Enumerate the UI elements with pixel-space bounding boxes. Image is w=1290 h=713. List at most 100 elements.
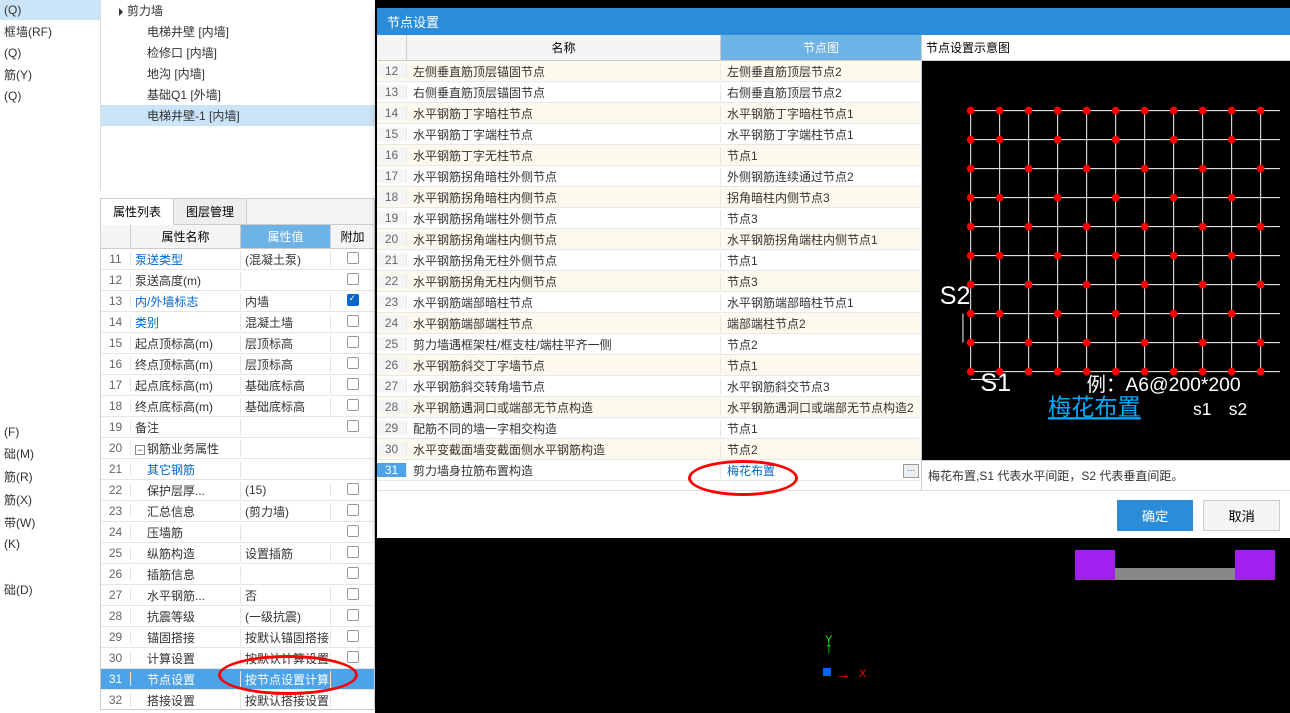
property-row[interactable]: 28 抗震等级(一级抗震) — [101, 606, 374, 627]
header-name: 属性名称 — [131, 225, 241, 248]
tab-properties[interactable]: 属性列表 — [101, 199, 174, 225]
checkbox[interactable] — [347, 378, 359, 390]
checkbox[interactable] — [347, 420, 359, 432]
col-node[interactable]: 节点图 — [721, 35, 921, 60]
checkbox[interactable] — [347, 483, 359, 495]
node-table-row[interactable]: 30水平变截面墙变截面侧水平钢筋构造节点2 — [377, 439, 921, 460]
node-table-row[interactable]: 22水平钢筋拐角无柱内侧节点节点3 — [377, 271, 921, 292]
property-row[interactable]: 25 纵筋构造设置插筋 — [101, 543, 374, 564]
property-row[interactable]: 22 保护层厚...(15) — [101, 480, 374, 501]
header-extra: 附加 — [331, 225, 374, 248]
tree-node[interactable]: 检修口 [内墙] — [101, 42, 375, 63]
property-row[interactable]: 30 计算设置按默认计算设置... — [101, 648, 374, 669]
header-value[interactable]: 属性值 — [241, 225, 331, 248]
left-item[interactable]: (K) — [0, 534, 100, 554]
left-item[interactable]: 筋(X) — [0, 488, 100, 511]
property-row[interactable]: 15起点顶标高(m)层顶标高 — [101, 333, 374, 354]
left-item[interactable]: 筋(Y) — [0, 63, 100, 86]
left-item[interactable]: (Q) — [0, 86, 100, 106]
preview-link[interactable]: 梅花布置 — [1048, 394, 1141, 420]
label-s2: S2 — [940, 282, 971, 310]
node-table-row[interactable]: 29配筋不同的墙一字相交构造节点1 — [377, 418, 921, 439]
cell-more-button[interactable]: ⋯ — [903, 464, 919, 478]
property-row[interactable]: 23 汇总信息(剪力墙) — [101, 501, 374, 522]
checkbox[interactable] — [347, 252, 359, 264]
property-row[interactable]: 12泵送高度(m) — [101, 270, 374, 291]
tree-node[interactable]: 基础Q1 [外墙] — [101, 84, 375, 105]
property-row[interactable]: 24 压墙筋 — [101, 522, 374, 543]
left-item[interactable]: (F) — [0, 422, 100, 442]
preview-panel: 节点设置示意图 S2 S1 例：A6@200*200 s1 s2 梅花布置 梅花… — [922, 35, 1290, 490]
property-row[interactable]: 18终点底标高(m)基础底标高 — [101, 396, 374, 417]
cancel-button[interactable]: 取消 — [1203, 500, 1280, 531]
node-table: 名称 节点图 12左侧垂直筋顶层锚固节点左侧垂直筋顶层节点213右侧垂直筋顶层锚… — [377, 35, 922, 490]
col-name[interactable]: 名称 — [407, 35, 721, 60]
node-table-row[interactable]: 16水平钢筋丁字无柱节点节点1 — [377, 145, 921, 166]
tree-root[interactable]: 剪力墙 — [101, 0, 375, 21]
checkbox[interactable] — [347, 336, 359, 348]
checkbox[interactable] — [347, 357, 359, 369]
canvas-object[interactable] — [1075, 550, 1275, 580]
node-table-row[interactable]: 23水平钢筋端部暗柱节点水平钢筋端部暗柱节点1 — [377, 292, 921, 313]
node-table-row[interactable]: 15水平钢筋丁字端柱节点水平钢筋丁字端柱节点1 — [377, 124, 921, 145]
node-table-row[interactable]: 21水平钢筋拐角无柱外侧节点节点1 — [377, 250, 921, 271]
node-table-row[interactable]: 14水平钢筋丁字暗柱节点水平钢筋丁字暗柱节点1 — [377, 103, 921, 124]
node-settings-dialog: 节点设置 名称 节点图 12左侧垂直筋顶层锚固节点左侧垂直筋顶层节点213右侧垂… — [377, 8, 1290, 538]
property-row[interactable]: 13内/外墙标志内墙 — [101, 291, 374, 312]
property-row[interactable]: 11泵送类型(混凝土泵) — [101, 249, 374, 270]
property-row[interactable]: 26 插筋信息 — [101, 564, 374, 585]
node-table-row[interactable]: 20水平钢筋拐角端柱内侧节点水平钢筋拐角端柱内侧节点1 — [377, 229, 921, 250]
preview-image: S2 S1 例：A6@200*200 s1 s2 梅花布置 — [922, 61, 1290, 460]
property-row[interactable]: 17起点底标高(m)基础底标高 — [101, 375, 374, 396]
left-item[interactable] — [0, 226, 100, 232]
checkbox[interactable] — [347, 567, 359, 579]
property-row[interactable]: 20−钢筋业务属性 — [101, 438, 374, 459]
node-table-row[interactable]: 12左侧垂直筋顶层锚固节点左侧垂直筋顶层节点2 — [377, 61, 921, 82]
left-item[interactable]: 框墙(RF) — [0, 20, 100, 43]
checkbox[interactable] — [347, 588, 359, 600]
preview-description: 梅花布置,S1 代表水平间距，S2 代表垂直间距。 — [922, 460, 1290, 490]
checkbox[interactable] — [347, 315, 359, 327]
property-row[interactable]: 32 搭接设置按默认搭接设置... — [101, 690, 374, 709]
node-table-row[interactable]: 18水平钢筋拐角暗柱内侧节点拐角暗柱内侧节点3 — [377, 187, 921, 208]
node-table-row[interactable]: 24水平钢筋端部端柱节点端部端柱节点2 — [377, 313, 921, 334]
left-item[interactable]: (Q) — [0, 43, 100, 63]
checkbox[interactable] — [347, 630, 359, 642]
tree-node[interactable]: 地沟 [内墙] — [101, 63, 375, 84]
left-item[interactable]: 带(W) — [0, 511, 100, 534]
property-row[interactable]: 16终点顶标高(m)层顶标高 — [101, 354, 374, 375]
property-row[interactable]: 27 水平钢筋...否 — [101, 585, 374, 606]
left-item[interactable]: (Q) — [0, 0, 100, 20]
checkbox[interactable] — [347, 504, 359, 516]
left-item[interactable]: 础(D) — [0, 578, 100, 601]
tree-panel: 剪力墙 电梯井壁 [内墙]检修口 [内墙]地沟 [内墙]基础Q1 [外墙]电梯井… — [100, 0, 375, 190]
checkbox[interactable] — [347, 294, 359, 306]
dialog-footer: 确定 取消 — [377, 490, 1290, 540]
tree-node[interactable]: 电梯井壁-1 [内墙] — [101, 105, 375, 126]
checkbox[interactable] — [347, 651, 359, 663]
checkbox[interactable] — [347, 546, 359, 558]
property-row[interactable]: 19备注 — [101, 417, 374, 438]
checkbox[interactable] — [347, 399, 359, 411]
node-table-row[interactable]: 27水平钢筋斜交转角墙节点水平钢筋斜交节点3 — [377, 376, 921, 397]
node-table-row[interactable]: 26水平钢筋斜交丁字墙节点节点1 — [377, 355, 921, 376]
property-row[interactable]: 14类别混凝土墙 — [101, 312, 374, 333]
checkbox[interactable] — [347, 273, 359, 285]
left-item[interactable]: 筋(R) — [0, 465, 100, 488]
node-table-row[interactable]: 28水平钢筋遇洞口或端部无节点构造水平钢筋遇洞口或端部无节点构造2 — [377, 397, 921, 418]
left-item[interactable]: 础(M) — [0, 442, 100, 465]
property-row[interactable]: 29 锚固搭接按默认锚固搭接... — [101, 627, 374, 648]
node-table-row[interactable]: 25剪力墙遇框架柱/框支柱/端柱平齐一侧节点2 — [377, 334, 921, 355]
checkbox[interactable] — [347, 609, 359, 621]
property-panel: 属性列表 图层管理 属性名称 属性值 附加 11泵送类型(混凝土泵)12泵送高度… — [100, 198, 375, 710]
ok-button[interactable]: 确定 — [1117, 500, 1194, 531]
node-table-row[interactable]: 31剪力墙身拉筋布置构造梅花布置⋯ — [377, 460, 921, 481]
checkbox[interactable] — [347, 525, 359, 537]
property-row[interactable]: 31 节点设置按节点设置计算 ⋯ — [101, 669, 374, 690]
node-table-row[interactable]: 19水平钢筋拐角端柱外侧节点节点3 — [377, 208, 921, 229]
tree-node[interactable]: 电梯井壁 [内墙] — [101, 21, 375, 42]
node-table-row[interactable]: 17水平钢筋拐角暗柱外侧节点外侧钢筋连续通过节点2 — [377, 166, 921, 187]
node-table-row[interactable]: 13右侧垂直筋顶层锚固节点右侧垂直筋顶层节点2 — [377, 82, 921, 103]
tab-layers[interactable]: 图层管理 — [174, 199, 247, 224]
property-row[interactable]: 21 其它钢筋 — [101, 459, 374, 480]
